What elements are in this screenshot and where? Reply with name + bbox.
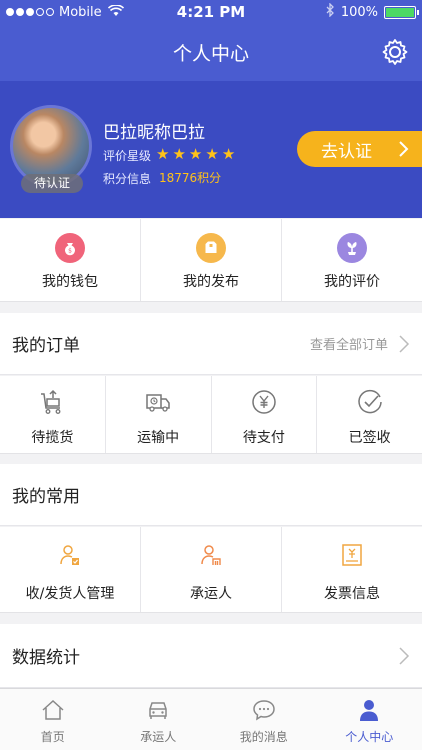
my-reviews-label: 我的评价 xyxy=(324,274,380,290)
signal-icon xyxy=(6,8,54,16)
consignor-manage-button[interactable]: 收/发货人管理 xyxy=(0,527,141,612)
check-circle-icon xyxy=(357,389,382,414)
my-reviews-button[interactable]: 我的评价 xyxy=(282,219,422,301)
settings-gear-icon[interactable] xyxy=(380,37,410,67)
wifi-icon xyxy=(107,3,124,20)
plant-icon xyxy=(337,233,367,263)
box-icon xyxy=(196,233,226,263)
star-icon: ★ xyxy=(205,145,219,163)
order-status-row: 待揽货 运输中 待支付 已签收 xyxy=(0,376,422,454)
carrier-button[interactable]: 承运人 xyxy=(141,527,282,612)
invoice-info-button[interactable]: 发票信息 xyxy=(282,527,422,612)
battery-percent: 100% xyxy=(340,4,378,20)
tab-messages-label: 我的消息 xyxy=(239,730,288,744)
order-in-transit[interactable]: 运输中 xyxy=(106,376,212,453)
car-icon xyxy=(149,702,167,719)
cart-upload-icon xyxy=(41,389,61,414)
user-check-icon xyxy=(60,545,79,565)
star-icon: ★ xyxy=(221,145,236,163)
home-icon xyxy=(42,699,64,720)
stats-section-header[interactable]: 数据统计 xyxy=(0,624,422,688)
page-title: 个人中心 xyxy=(172,43,249,65)
wallet-button[interactable]: $ 我的钱包 xyxy=(0,219,141,301)
quick-actions: $ 我的钱包 我的发布 我的评价 xyxy=(0,219,422,302)
my-posts-button[interactable]: 我的发布 xyxy=(141,219,282,301)
top-bar: Mobile 4:21 PM 100% 个人中心 xyxy=(0,0,422,81)
points-value: 18776积分 xyxy=(159,171,222,185)
status-bar: Mobile 4:21 PM 100% xyxy=(0,0,422,24)
tab-messages[interactable]: 我的消息 xyxy=(211,689,317,750)
bluetooth-icon xyxy=(326,2,335,21)
star-icon: ★ xyxy=(188,145,203,163)
rating-stars: ★ ★ ★ ★ ★ xyxy=(156,145,235,163)
tab-bar: 首页 承运人 我的消息 个人中心 xyxy=(0,688,422,750)
verify-button-label: 去认证 xyxy=(321,141,372,162)
verify-button[interactable]: 去认证 xyxy=(297,131,422,167)
my-posts-label: 我的发布 xyxy=(183,274,239,290)
cert-status-badge: 待认证 xyxy=(21,174,83,193)
chevron-right-icon xyxy=(399,334,410,353)
chevron-right-icon xyxy=(399,646,410,665)
carrier-label: Mobile xyxy=(59,4,102,20)
consignor-manage-label: 收/发货人管理 xyxy=(25,586,115,602)
user-icon xyxy=(360,700,379,721)
common-section-header: 我的常用 xyxy=(0,464,422,526)
view-all-orders-link[interactable]: 查看全部订单 xyxy=(310,334,422,353)
stats-more xyxy=(388,646,422,665)
profile-banner: 待认证 巴拉昵称巴拉 评价星级 ★ ★ ★ ★ ★ 积分信息 18776积分 去… xyxy=(0,81,422,218)
view-all-orders-label: 查看全部订单 xyxy=(309,338,388,353)
chevron-right-icon xyxy=(399,141,409,157)
order-signed-label: 已签收 xyxy=(348,430,391,446)
stats-title: 数据统计 xyxy=(12,648,80,668)
star-icon: ★ xyxy=(172,145,186,163)
order-in-transit-label: 运输中 xyxy=(137,430,180,446)
svg-text:$: $ xyxy=(68,248,72,255)
tab-home[interactable]: 首页 xyxy=(0,689,106,750)
yen-coin-icon xyxy=(252,390,276,414)
common-title: 我的常用 xyxy=(12,487,80,507)
rating-label: 评价星级 xyxy=(103,149,152,163)
battery-icon xyxy=(384,5,419,19)
invoice-info-label: 发票信息 xyxy=(324,586,380,602)
order-pending-payment[interactable]: 待支付 xyxy=(212,376,318,453)
tab-home-label: 首页 xyxy=(40,730,65,744)
order-pending-payment-label: 待支付 xyxy=(242,430,285,446)
points-label: 积分信息 xyxy=(103,172,152,186)
tab-carrier[interactable]: 承运人 xyxy=(106,689,212,750)
order-signed[interactable]: 已签收 xyxy=(317,376,422,453)
order-pending-pickup-label: 待揽货 xyxy=(31,430,74,446)
order-pending-pickup[interactable]: 待揽货 xyxy=(0,376,106,453)
orders-section-header[interactable]: 我的订单 查看全部订单 xyxy=(0,313,422,375)
wallet-label: 我的钱包 xyxy=(42,274,98,290)
common-functions: 收/发货人管理 承运人 发票信息 xyxy=(0,527,422,613)
chat-bubble-icon xyxy=(252,700,275,721)
tab-carrier-label: 承运人 xyxy=(140,730,177,744)
tab-profile-label: 个人中心 xyxy=(345,730,394,744)
user-nickname: 巴拉昵称巴拉 xyxy=(103,123,205,143)
star-icon: ★ xyxy=(156,145,170,163)
truck-icon xyxy=(146,394,170,412)
invoice-icon xyxy=(342,544,362,566)
wallet-icon: $ xyxy=(55,233,85,263)
orders-title: 我的订单 xyxy=(12,336,80,356)
user-carrier-icon xyxy=(201,545,221,565)
tab-profile[interactable]: 个人中心 xyxy=(317,689,422,750)
carrier-label: 承运人 xyxy=(190,586,232,602)
